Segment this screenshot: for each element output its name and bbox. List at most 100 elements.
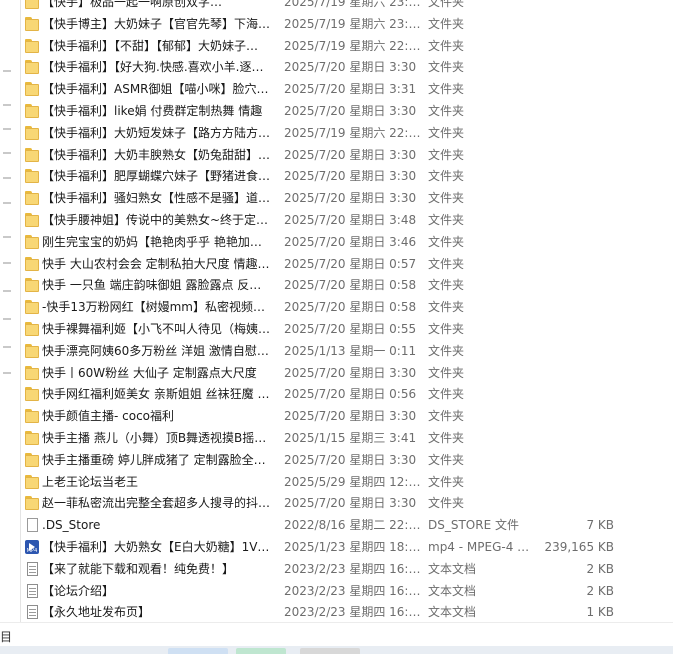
file-date-modified: 2025/7/19 星期六 22:…: [284, 125, 421, 140]
file-row[interactable]: 上老王论坛当老王 2025/5/29 星期四 12:… 文件夹: [20, 471, 670, 493]
text-file-icon: [24, 583, 40, 599]
file-type: 文件夹: [428, 60, 465, 75]
file-row[interactable]: MP4 【快手福利】大奶熟女【E白大奶糖】1V… 2025/1/23 星期四 18:…: [20, 536, 670, 558]
file-date-modified: 2025/7/20 星期日 3:48: [284, 212, 417, 227]
file-name: 【快手福利】肥厚蝴蝶穴妹子【野猪进食…: [42, 169, 271, 184]
file-row[interactable]: 【快手福利】like娟 付费群定制热舞 情趣 2025/7/20 星期日 3:30…: [20, 100, 670, 122]
file-date-modified: 2025/7/20 星期日 0:58: [284, 300, 417, 315]
file-row[interactable]: 快手 大山农村会会 定制私拍大尺度 情趣… 2025/7/20 星期日 0:57 文…: [20, 253, 670, 275]
taskbar-button[interactable]: [300, 648, 360, 654]
file-date-modified: 2025/7/19 星期六 22:…: [284, 38, 421, 53]
nav-tick: [3, 262, 11, 264]
file-row[interactable]: 【快手福利】大奶丰腴熟女【奶兔甜甜】… 2025/7/20 星期日 3:30 文件夹: [20, 144, 670, 166]
nav-tick: [3, 290, 11, 292]
file-row[interactable]: 快手漂亮阿姨60多万粉丝 洋姐 激情自慰… 2025/1/13 星期一 0:11 文…: [20, 340, 670, 362]
file-date-modified: 2025/1/13 星期一 0:11: [284, 343, 417, 358]
file-row[interactable]: 【永久地址发布页】 2023/2/23 星期四 16:… 文本文档 1 KB: [20, 601, 670, 623]
folder-icon: [24, 212, 40, 228]
file-date-modified: 2023/2/23 星期四 16:…: [284, 583, 421, 598]
file-row[interactable]: 快手 一只鱼 端庄韵味御姐 露脸露点 反… 2025/7/20 星期日 0:58 文…: [20, 274, 670, 296]
file-name: 【快手腰神姐】传说中的美熟女~终于定…: [42, 212, 269, 227]
nav-tick: [3, 104, 11, 106]
folder-icon: [24, 125, 40, 141]
file-type: 文件夹: [428, 147, 465, 162]
file-name: 【快手福利】骚妇熟女【性感不是骚】道…: [42, 191, 271, 206]
folder-icon: [24, 452, 40, 468]
folder-icon: [24, 81, 40, 97]
file-name: 【快手福利】like娟 付费群定制热舞 情趣: [42, 103, 263, 118]
file-name: 【快手福利】【好大狗.快感.喜欢小羊.逐…: [42, 60, 264, 75]
file-size: 2 KB: [586, 561, 614, 576]
taskbar-button[interactable]: [168, 648, 228, 654]
file-date-modified: 2025/7/20 星期日 3:30: [284, 452, 417, 467]
folder-icon: [24, 234, 40, 250]
file-row[interactable]: 【快手博主】大奶妹子【官官先琴】下海… 2025/7/19 星期六 23:… 文件夹: [20, 13, 670, 35]
file-type: DS_STORE 文件: [428, 518, 519, 533]
file-row[interactable]: 快手网红福利姬美女 亲斯姐姐 丝袜狂魔 … 2025/7/20 星期日 0:56 文…: [20, 383, 670, 405]
file-size: 2 KB: [586, 583, 614, 598]
file-date-modified: 2025/7/20 星期日 3:30: [284, 409, 417, 424]
file-row[interactable]: .DS_Store 2022/8/16 星期二 22:… DS_STORE 文件 7 …: [20, 514, 670, 536]
file-name: .DS_Store: [42, 518, 101, 533]
file-row[interactable]: 快手丨60W粉丝 大仙子 定制露点大尺度 2025/7/20 星期日 3:30 文件…: [20, 362, 670, 384]
file-row[interactable]: 赵一菲私密流出完整全套超多人搜寻的抖… 2025/7/20 星期日 3:30 文件夹: [20, 492, 670, 514]
file-row[interactable]: -快手13万粉网红【树嫚mm】私密视频… 2025/7/20 星期日 0:58 文件…: [20, 296, 670, 318]
file-row[interactable]: 【快手福利】肥厚蝴蝶穴妹子【野猪进食… 2025/7/20 星期日 3:30 文件夹: [20, 165, 670, 187]
file-row[interactable]: 【快手】极品一起一啊原创双字… 2025/7/19 星期六 23:… 文件夹: [20, 0, 670, 13]
file-row[interactable]: 刚生完宝宝的奶妈【艳艳肉乎乎 艳艳加… 2025/7/20 星期日 3:46 文件夹: [20, 231, 670, 253]
blank-file-icon: [24, 517, 40, 533]
file-row[interactable]: 【论坛介绍】 2023/2/23 星期四 16:… 文本文档 2 KB: [20, 580, 670, 602]
file-name: 【快手】极品一起一啊原创双字…: [42, 0, 223, 9]
file-type: 文件夹: [428, 0, 465, 9]
file-list: 【快手】极品一起一啊原创双字… 2025/7/19 星期六 23:… 文件夹 【快手博…: [20, 0, 670, 645]
file-name: 赵一菲私密流出完整全套超多人搜寻的抖…: [42, 496, 271, 511]
file-row[interactable]: 快手主播 燕儿（小舞）顶B舞透视摸B摇… 2025/1/15 星期三 3:41 文件…: [20, 427, 670, 449]
file-type: 文件夹: [428, 496, 465, 511]
file-type: 文件夹: [428, 16, 465, 31]
file-date-modified: 2025/7/20 星期日 3:31: [284, 82, 417, 97]
file-row[interactable]: 【快手福利】【好大狗.快感.喜欢小羊.逐… 2025/7/20 星期日 3:30 文…: [20, 56, 670, 78]
file-type: 文件夹: [428, 103, 465, 118]
file-date-modified: 2025/1/23 星期四 18:…: [284, 539, 421, 554]
file-date-modified: 2025/7/20 星期日 0:57: [284, 256, 417, 271]
file-type: 文件夹: [428, 82, 465, 97]
file-row[interactable]: 快手颜值主播- coco福利 2025/7/20 星期日 3:30 文件夹: [20, 405, 670, 427]
file-name: 快手 一只鱼 端庄韵味御姐 露脸露点 反…: [42, 278, 262, 293]
file-date-modified: 2025/7/19 星期六 23:…: [284, 0, 421, 9]
file-name: 【快手福利】【不甜】【郁郁】大奶妹子…: [42, 38, 259, 53]
file-type: 文件夹: [428, 474, 465, 489]
file-name: 【论坛介绍】: [42, 583, 115, 598]
file-row[interactable]: 快手主播重磅 婷儿胖成猪了 定制露脸全… 2025/7/20 星期日 3:30 文件…: [20, 449, 670, 471]
file-date-modified: 2025/7/20 星期日 3:46: [284, 234, 417, 249]
file-date-modified: 2025/7/20 星期日 0:56: [284, 387, 417, 402]
folder-icon: [24, 321, 40, 337]
file-type: 文本文档: [428, 561, 477, 576]
file-row[interactable]: 【快手福利】骚妇熟女【性感不是骚】道… 2025/7/20 星期日 3:30 文件夹: [20, 187, 670, 209]
nav-tick: [3, 128, 11, 130]
file-row[interactable]: 【快手福利】ASMR御姐【喵小咪】脸穴… 2025/7/20 星期日 3:31 文件…: [20, 78, 670, 100]
taskbar-button[interactable]: [236, 648, 286, 654]
file-name: 【快手福利】大奶丰腴熟女【奶兔甜甜】…: [42, 147, 271, 162]
file-row[interactable]: 【快手腰神姐】传说中的美熟女~终于定… 2025/7/20 星期日 3:48 文件夹: [20, 209, 670, 231]
file-type: 文件夹: [428, 300, 465, 315]
folder-icon: [24, 16, 40, 32]
folder-icon: [24, 168, 40, 184]
file-row[interactable]: 快手裸舞福利姬【小飞不叫人待见（梅姨… 2025/7/20 星期日 0:55 文件夹: [20, 318, 670, 340]
file-name: 刚生完宝宝的奶妈【艳艳肉乎乎 艳艳加…: [42, 234, 262, 249]
file-row[interactable]: 【来了就能下载和观看！纯免费！】 2023/2/23 星期四 16:… 文本文档 2 …: [20, 558, 670, 580]
file-row[interactable]: 【快手福利】大奶短发妹子【路方方陆方… 2025/7/19 星期六 22:… 文件夹: [20, 122, 670, 144]
file-type: 文件夹: [428, 191, 465, 206]
file-name: 快手网红福利姬美女 亲斯姐姐 丝袜狂魔 …: [42, 387, 270, 402]
taskbar: [0, 646, 673, 654]
file-row[interactable]: 【快手福利】【不甜】【郁郁】大奶妹子… 2025/7/19 星期六 22:… 文件夹: [20, 35, 670, 57]
file-name: 快手主播 燕儿（小舞）顶B舞透视摸B摇…: [42, 430, 267, 445]
nav-tick: [3, 70, 11, 72]
folder-icon: [24, 59, 40, 75]
file-type: 文件夹: [428, 321, 465, 336]
folder-icon: [24, 103, 40, 119]
file-name: 上老王论坛当老王: [42, 474, 139, 489]
folder-icon: [24, 299, 40, 315]
file-date-modified: 2025/7/20 星期日 3:30: [284, 60, 417, 75]
file-type: 文件夹: [428, 452, 465, 467]
file-type: 文件夹: [428, 387, 465, 402]
